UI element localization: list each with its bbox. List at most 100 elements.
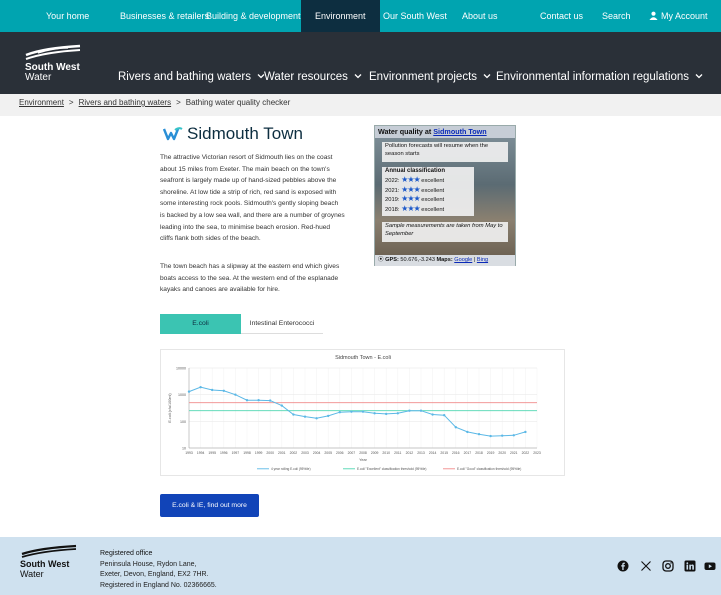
x-tick-label: 2001 [278,451,286,455]
ecoli-data-point [303,415,307,418]
registered-office-heading: Registered office [100,550,153,557]
mainnav-water-resources[interactable]: Water resources [264,71,362,83]
ecoli-data-point [327,414,330,418]
description-line: kayaks and canoes are available for hire… [160,286,280,294]
x-tick-label: 1998 [243,451,251,455]
footer-brand-line2: Water [20,569,44,579]
classification-row: 2022: ★★★ excellent [385,174,445,184]
ecoli-data-point [234,393,237,396]
classification-row: 2018: ★★★ excellent [385,204,445,214]
x-tick-label: 2019 [487,451,495,455]
ecoli-data-point [501,434,504,437]
brand-name-line2[interactable]: Water [25,72,51,83]
y-axis-label: E.coli (cfu/100ml) [168,393,172,423]
x-tick-label: 2014 [429,451,437,455]
nav-our-south-west[interactable]: Our South West [383,0,447,32]
x-tick-label: 2010 [382,451,390,455]
nav-my-account[interactable]: My Account [649,0,708,32]
star-rating-icon: ★★★ [401,184,420,194]
gps-label: GPS: [385,257,399,263]
ecoli-data-point [477,432,481,436]
nav-building[interactable]: Building & development [206,0,301,32]
y-tick-label: 10000 [176,367,186,371]
tab-ecoli[interactable]: E.coli [160,314,241,334]
linkedin-icon[interactable] [684,560,696,572]
account-icon [649,11,658,20]
instagram-icon[interactable] [662,560,674,572]
ecoli-data-point [187,390,191,393]
x-tick-label: 1996 [220,451,228,455]
star-rating-icon: ★★★ [401,204,420,214]
footer-brand-line1: South West [20,559,70,569]
x-tick-label: 2015 [440,451,448,455]
x-tick-label: 2002 [290,451,298,455]
x-tick-label: 1997 [232,451,240,455]
address-line: Registered in England No. 02366665. [100,581,217,589]
description-line: about 15 miles from Exeter. The main bea… [160,165,330,173]
ecoli-data-point [361,410,365,413]
breadcrumb-rivers[interactable]: Rivers and bathing waters [79,98,172,107]
gps-icon: ⦿ [378,257,384,263]
ecoli-data-point [257,399,260,402]
map-link-google[interactable]: Google [454,257,472,263]
nav-your-home[interactable]: Your home [46,0,89,32]
address-line: Peninsula House, Rydon Lane, [100,560,197,568]
x-tick-label: 2007 [348,451,356,455]
maps-label: Maps: [436,257,453,263]
nav-about-us[interactable]: About us [462,0,498,32]
mainnav-environmental-info[interactable]: Environmental information regulations [496,71,703,83]
map-link-bing[interactable]: Bing [477,257,488,263]
description-paragraph-2: The town beach has a slipway at the east… [160,261,360,296]
logo-wave-icon[interactable] [24,44,82,60]
ecoli-data-point [385,412,388,416]
description-line: The town beach has a slipway at the east… [160,263,340,270]
ecoli-data-point [408,409,411,412]
water-logo-icon [163,127,183,141]
description-line: some interesting rock pools. Sidmouth's … [160,200,339,208]
x-axis-label: Year [359,458,367,462]
forecast-note: Pollution forecasts will resume when the… [382,142,508,162]
address-line: Exeter, Devon, England, EX2 7HR. [100,571,209,579]
youtube-icon[interactable] [704,560,716,572]
legend-label: 4 year rolling E.coli (95%ile) [271,467,311,471]
site-header [0,32,721,94]
water-quality-location-link[interactable]: Sidmouth Town [433,127,486,136]
description-line: cliffs flank both sides of the beach. [160,235,261,243]
nav-environment[interactable]: Environment [301,0,380,32]
x-tick-label: 2021 [510,451,518,455]
ecoli-data-point [245,399,249,402]
x-icon[interactable] [640,560,652,572]
mainnav-rivers-label: Rivers and bathing waters [118,71,251,83]
x-tick-label: 2016 [452,451,460,455]
ecoli-data-point [292,413,295,416]
registered-office: Registered office Peninsula House, Rydon… [100,549,217,591]
x-tick-label: 2022 [522,451,530,455]
footer-logo-wave-icon[interactable] [20,544,78,558]
mainnav-environment-projects[interactable]: Environment projects [369,71,491,83]
facebook-icon[interactable] [617,560,629,572]
classification-row: 2021: ★★★ excellent [385,184,445,194]
classification-row: 2019: ★★★ excellent [385,194,445,204]
map-link-separator: | [473,257,476,263]
nav-contact-us[interactable]: Contact us [540,0,583,32]
nav-search[interactable]: Search [602,0,631,32]
chevron-down-icon [695,74,703,79]
breadcrumb-separator: > [68,98,74,107]
ecoli-data-point [489,434,492,438]
my-account-label: My Account [661,11,708,21]
page-title: Sidmouth Town [187,124,303,143]
star-rating-icon: ★★★ [401,174,420,184]
water-quality-widget: Water quality at Sidmouth Town Pollution… [374,125,516,266]
tab-intestinal-enterococci[interactable]: Intestinal Enterococci [241,314,323,334]
mainnav-rivers[interactable]: Rivers and bathing waters [118,71,265,83]
find-out-more-button[interactable]: E.coli & IE, find out more [160,494,259,517]
y-tick-label: 100 [180,420,186,424]
x-tick-label: 2003 [301,451,309,455]
breadcrumb-environment[interactable]: Environment [19,98,64,107]
x-tick-label: 1995 [208,451,216,455]
ecoli-data-point [280,404,283,407]
description-paragraph-1: The attractive Victorian resort of Sidmo… [160,152,360,245]
water-quality-heading-text: Water quality at [378,127,432,136]
ecoli-data-point [199,386,202,389]
nav-businesses[interactable]: Businesses & retailers [120,0,209,32]
